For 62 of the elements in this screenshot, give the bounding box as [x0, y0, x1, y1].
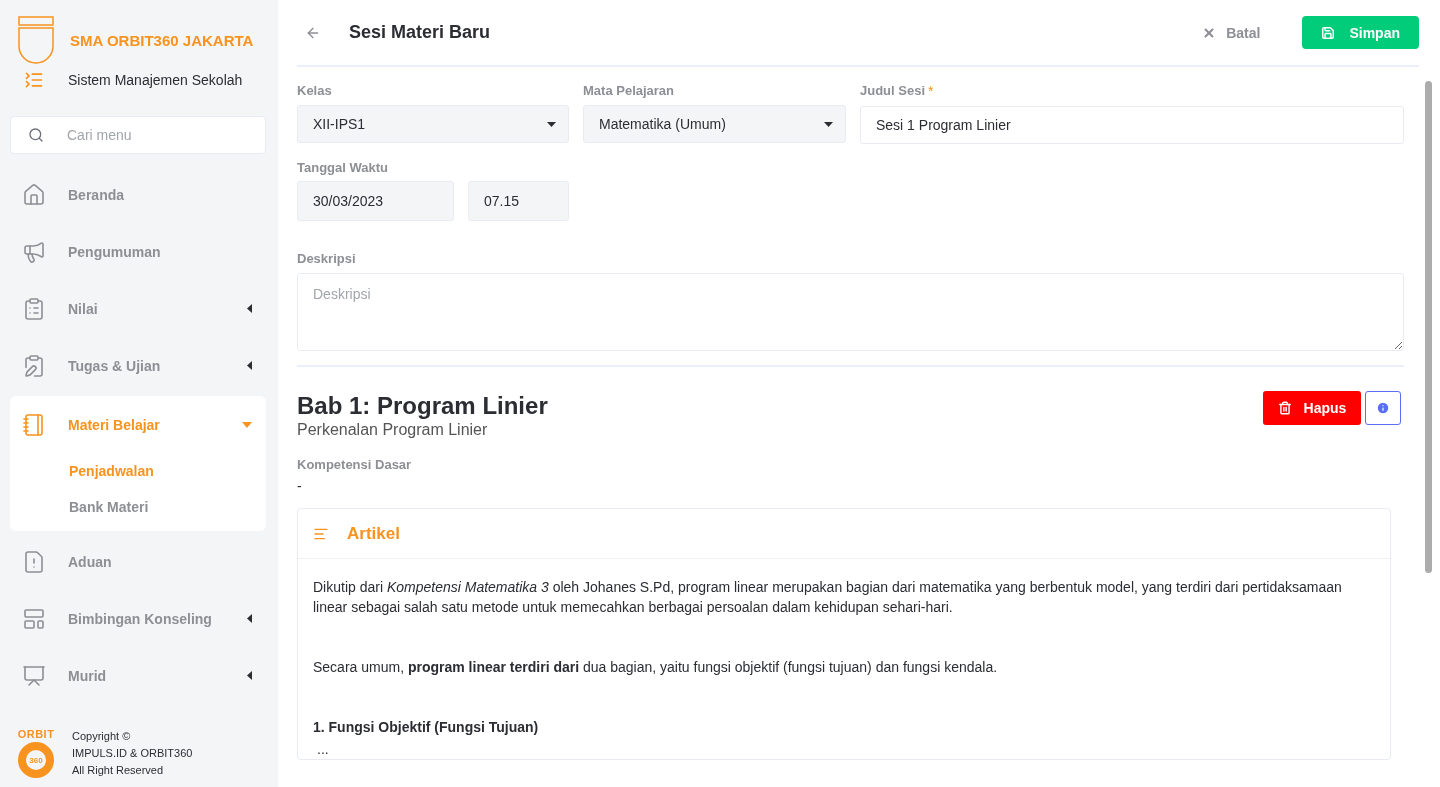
logo-number: 360 — [18, 742, 54, 778]
nav-subitem[interactable]: Bank Materi — [10, 489, 266, 525]
save-icon — [1321, 25, 1336, 40]
field-label: Mata Pelajaran — [583, 83, 676, 98]
search-icon — [28, 127, 44, 143]
required-mark: * — [928, 83, 934, 99]
article-ellipsis: ... — [317, 740, 330, 759]
trash-icon — [1277, 401, 1292, 415]
scrollbar-thumb[interactable] — [1425, 81, 1432, 573]
delete-button[interactable]: Hapus — [1263, 391, 1361, 425]
info-button[interactable] — [1365, 391, 1401, 425]
article-paragraph: Secara umum, program linear terdiri dari dua bagian, yaitu fungsi objektif (fungsi tujuan) dan fungsi kendala. — [313, 658, 999, 677]
nav-item[interactable]: Aduan — [10, 533, 266, 590]
field-label: Kelas — [297, 83, 333, 98]
description-field[interactable]: Deskripsi — [297, 273, 1404, 351]
page-title: Sesi Materi Baru — [349, 22, 492, 43]
info-icon — [1376, 401, 1390, 415]
nav-item[interactable]: Murid — [10, 647, 266, 704]
nav-icon — [22, 353, 46, 378]
subject-select[interactable]: Matematika (Umum) — [583, 105, 846, 143]
nav-item[interactable]: Materi Belajar — [10, 396, 266, 453]
chapter-title: Bab 1: Program Linier — [297, 391, 549, 421]
chapter-subtitle: Perkenalan Program Linier — [297, 421, 489, 439]
nav-item[interactable]: Nilai — [10, 280, 266, 337]
field-label: Kompetensi Dasar — [297, 457, 413, 472]
shield-logo-icon — [18, 16, 54, 64]
card-title: Artikel — [347, 523, 400, 544]
date-input[interactable]: 30/03/2023 — [297, 181, 454, 221]
collapse-menu-icon[interactable] — [24, 70, 44, 90]
nav-icon — [22, 412, 46, 437]
nav-icon — [22, 606, 46, 631]
nav-item[interactable]: Beranda — [10, 166, 266, 223]
field-value: - — [297, 478, 303, 494]
field-label: Tanggal Waktu — [297, 160, 389, 175]
field-label: Deskripsi — [297, 251, 357, 266]
nav-icon — [22, 549, 46, 574]
copyright-line: IMPULS.ID & ORBIT360 — [72, 746, 193, 761]
search-field[interactable]: Cari menu — [10, 116, 266, 154]
caret-icon — [547, 121, 556, 127]
cancel-button[interactable]: Batal — [1196, 23, 1267, 42]
field-label: Judul Sesi — [860, 83, 926, 99]
article-heading: 1. Fungsi Objektif (Fungsi Tujuan) — [313, 718, 540, 737]
nav-subitem[interactable]: Penjadwalan — [10, 453, 266, 489]
school-name: SMA ORBIT360 JAKARTA — [70, 31, 254, 49]
close-icon — [1202, 25, 1217, 40]
nav-item[interactable]: Pengumuman — [10, 223, 266, 280]
save-button[interactable]: Simpan — [1302, 16, 1419, 49]
nav-icon — [22, 239, 46, 264]
nav-item[interactable]: Tugas & Ujian — [10, 337, 266, 394]
caret-icon — [824, 121, 833, 127]
article-paragraph: Dikutip dari Kompetensi Matematika 3 oleh Johanes S.Pd, program linear merupakan bagian dari matematika yang berbentuk model, yang terdiri dari pertidaksamaan linear sebagai salah satu metode untuk memecahkan berbagai persoalan dalam kehidupan sehari-hari. — [313, 578, 1343, 617]
time-input[interactable]: 07.15 — [468, 181, 569, 221]
logo-word: ORBIT — [17, 729, 55, 740]
nav-icon — [22, 182, 46, 207]
copyright-line: Copyright © — [72, 729, 132, 744]
app-subtitle: Sistem Manajemen Sekolah — [68, 72, 243, 88]
copyright-line: All Right Reserved — [72, 763, 165, 778]
class-select[interactable]: XII-IPS1 — [297, 105, 569, 143]
title-input[interactable]: Sesi 1 Program Linier — [860, 106, 1404, 144]
nav-item[interactable]: Bimbingan Konseling — [10, 590, 266, 647]
nav-icon — [22, 296, 46, 321]
nav-icon — [22, 663, 46, 688]
